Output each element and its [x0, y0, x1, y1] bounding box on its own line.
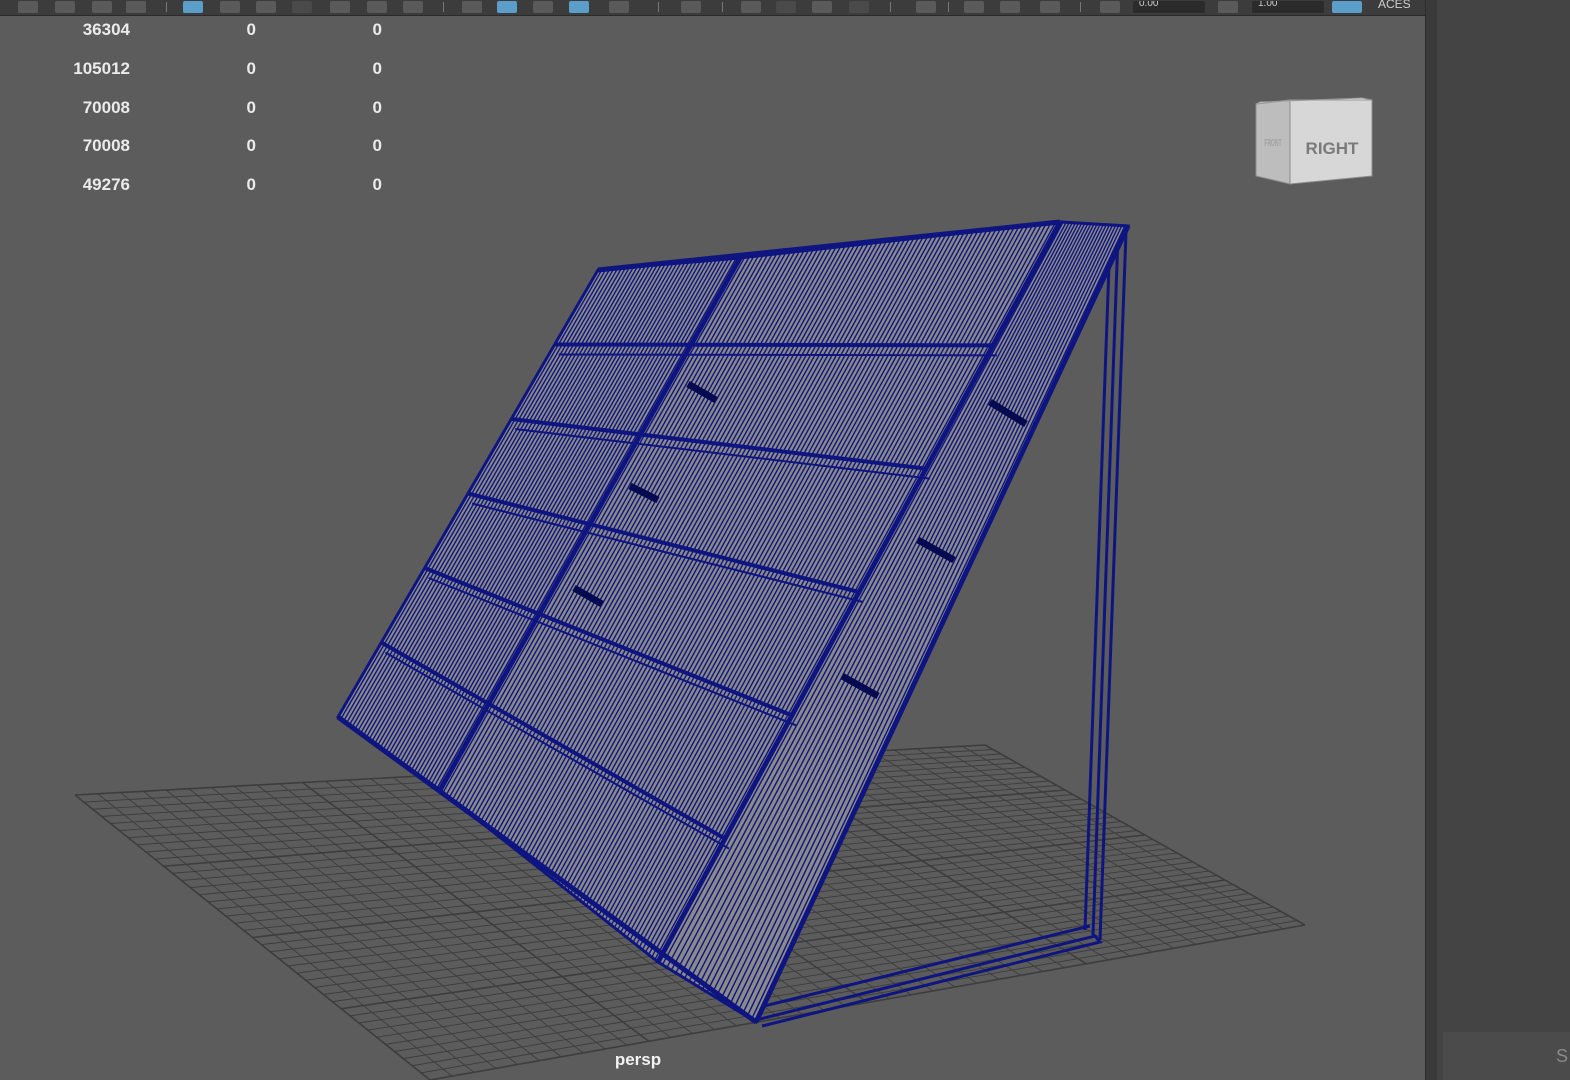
hud-value: 0 [372, 20, 382, 39]
hud-value: 70008 [82, 98, 130, 117]
smooth-shade-icon[interactable] [497, 1, 517, 13]
hud-value: 105012 [73, 59, 130, 78]
gamma-field[interactable]: 1.00 [1252, 1, 1324, 13]
view-cube-right-label: RIGHT [1306, 139, 1360, 158]
hud-value: 36304 [82, 20, 130, 39]
safe-action-icon[interactable] [367, 1, 387, 13]
exposure-field[interactable]: 0.00 [1133, 1, 1205, 13]
hud-value: 0 [372, 98, 382, 117]
default-material-icon[interactable] [533, 1, 553, 13]
hud-row: 105012 0 0 [0, 59, 420, 79]
move-tool-icon[interactable] [126, 1, 146, 13]
hud-row: 70008 0 0 [0, 98, 420, 118]
toolbar-separator [443, 2, 444, 12]
side-panel-label: S [1556, 1046, 1568, 1066]
pallet-rack-model [336, 219, 1131, 1025]
hud-value: 0 [246, 175, 256, 194]
xray-icon[interactable] [609, 1, 629, 13]
view-cube[interactable]: RIGHT FRONT [1252, 84, 1377, 188]
grid-toggle-icon[interactable] [183, 1, 203, 13]
toolbar-separator [722, 2, 723, 12]
hud-value: 0 [372, 136, 382, 155]
hud-value: 0 [246, 98, 256, 117]
select-tool-icon[interactable] [18, 1, 38, 13]
view-cube-front-label: FRONT [1264, 137, 1281, 148]
toolbar-separator [890, 2, 891, 12]
resolution-gate-icon[interactable] [256, 1, 276, 13]
side-panel-footer: S [1443, 1032, 1570, 1080]
screen-space-ao-icon[interactable] [776, 1, 796, 13]
gate-mask-icon[interactable] [292, 1, 312, 13]
hud-row: 49276 0 0 [0, 175, 420, 195]
paint-select-icon[interactable] [92, 1, 112, 13]
use-all-lights-icon[interactable] [681, 1, 701, 13]
colorspace-label[interactable]: ACES [1378, 0, 1411, 10]
motion-blur-icon[interactable] [812, 1, 832, 13]
exposure-icon[interactable] [1100, 1, 1120, 13]
side-panel: S [1437, 0, 1570, 1080]
wireframe-icon[interactable] [462, 1, 482, 13]
hud-value: 0 [372, 59, 382, 78]
antialiasing-icon[interactable] [849, 1, 869, 13]
toolbar-separator [1080, 2, 1081, 12]
hud-value: 0 [372, 175, 382, 194]
toolbar-separator [948, 2, 949, 12]
viewport-toolbar: 0.00 1.00 ACES [0, 0, 1425, 16]
toolbar-separator [658, 2, 659, 12]
toolbar-separator [166, 2, 167, 12]
gamma-icon[interactable] [1218, 1, 1238, 13]
maya-window: 0.00 1.00 ACES 36304 0 0 105012 0 0 7000… [0, 0, 1570, 1080]
camera-name-label: persp [614, 1050, 662, 1069]
hud-value: 0 [246, 20, 256, 39]
hud-value: 49276 [82, 175, 130, 194]
wireframe-on-shaded-icon[interactable] [569, 1, 589, 13]
hud-value: 70008 [82, 136, 130, 155]
film-gate-icon[interactable] [220, 1, 240, 13]
isolate-select-icon[interactable] [916, 1, 936, 13]
camera-attributes-icon[interactable] [1040, 1, 1060, 13]
hud-row: 70008 0 0 [0, 136, 420, 156]
hud-value: 0 [246, 59, 256, 78]
perspective-viewport[interactable]: 36304 0 0 105012 0 0 70008 0 0 70008 0 0… [0, 16, 1425, 1080]
field-chart-icon[interactable] [330, 1, 350, 13]
shadows-icon[interactable] [741, 1, 761, 13]
lasso-tool-icon[interactable] [55, 1, 75, 13]
hud-row: 36304 0 0 [0, 20, 420, 40]
hud-value: 0 [246, 136, 256, 155]
safe-title-icon[interactable] [403, 1, 423, 13]
xray-active-icon[interactable] [1000, 1, 1020, 13]
xray-joints-icon[interactable] [964, 1, 984, 13]
color-management-icon[interactable] [1332, 1, 1362, 13]
